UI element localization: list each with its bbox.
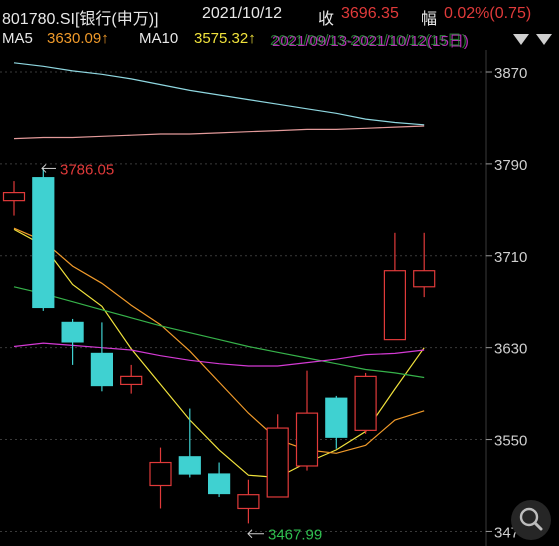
quote-header: 801780.SI[银行(申万)] 2021/10/12 收 3696.35 幅… (0, 0, 559, 28)
candle-body (61, 321, 84, 343)
grid-layer: 387037903710363035503470 (0, 50, 527, 546)
candle-body (32, 177, 55, 309)
ma-legend-row: MA5 3630.09↑ MA10 3575.32↑ 2021/09/13-20… (0, 28, 559, 50)
candle-body (149, 461, 172, 487)
close-value: 3696.35 (341, 5, 399, 22)
candle-body (266, 427, 289, 498)
y-tick-label: 3550 (494, 433, 527, 450)
candles-layer (2, 168, 436, 524)
candle-body (90, 352, 114, 387)
ma10-value: 3575.32↑ (194, 30, 256, 47)
candle-body (178, 456, 201, 475)
candle-body (237, 494, 260, 510)
max-price-label: 3786.05 (60, 161, 114, 178)
candle-body (413, 270, 436, 288)
candle-body (383, 270, 406, 341)
min-price-label: 3467.99 (268, 527, 322, 544)
change-label: 幅 (421, 11, 438, 28)
triangle-down-icon[interactable] (536, 34, 552, 45)
candle-body (120, 375, 143, 386)
candle-body (354, 375, 377, 431)
zoom-button[interactable] (511, 500, 551, 540)
candle-body (325, 397, 348, 438)
candle-body (295, 412, 319, 467)
triangle-down-icon[interactable] (513, 34, 529, 45)
change-value: 0.02%(0.75) (444, 5, 532, 22)
candle-body (2, 192, 26, 202)
close-label: 收 (318, 11, 335, 28)
y-tick-label: 3710 (494, 249, 527, 266)
ma-line-ma5 (13, 228, 425, 479)
y-tick-label: 3630 (494, 341, 527, 358)
symbol-name: 801780.SI[银行(申万)] (2, 11, 159, 28)
magnifier-icon (519, 507, 543, 531)
period-range-text-shadow: 2021/09/13-2021/10/12(15日) (270, 32, 467, 49)
y-tick-label: 3870 (494, 65, 527, 82)
quote-date: 2021/10/12 (202, 5, 283, 22)
ma5-value: 3630.09↑ (47, 30, 109, 47)
ma5-label: MA5 (2, 30, 33, 47)
ma-line-4 (13, 342, 425, 367)
ma10-label: MA10 (139, 30, 179, 47)
y-tick-label: 3790 (494, 157, 527, 174)
ma-line-6 (13, 125, 425, 140)
candle-body (208, 473, 231, 495)
candlestick-chart: 387037903710363035503470 3786.053467.99 (0, 50, 527, 546)
